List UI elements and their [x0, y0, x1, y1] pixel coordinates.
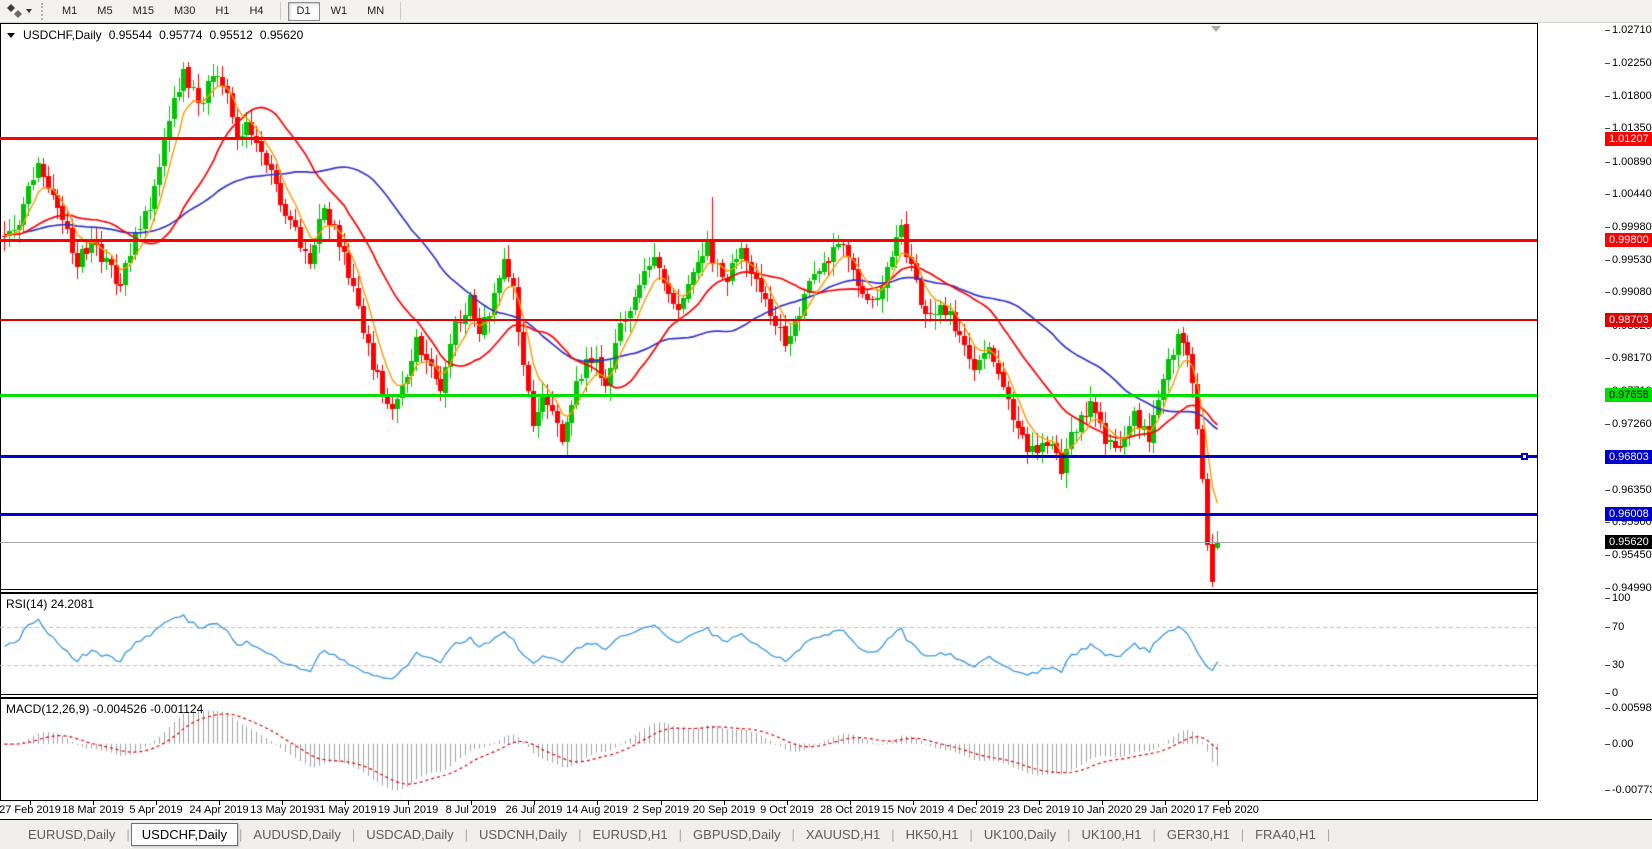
price-tick-label: 1.00890 [1612, 155, 1652, 169]
chart-tab-eurusd-h1[interactable]: EURUSD,H1 [583, 824, 678, 845]
chart-title: USDCHF,Daily 0.95544 0.95774 0.95512 0.9… [7, 28, 303, 42]
hline-resistance-099800[interactable] [0, 239, 1537, 242]
mt4-app: M1M5M15M30H1H4 D1W1MN USDCHF,Daily 0.9554… [0, 0, 1652, 849]
rsi-value: 24.2081 [51, 597, 94, 611]
price-axis[interactable]: 1.027101.022501.018001.013501.008901.004… [1537, 23, 1652, 801]
chart-tab-xauusd-h1[interactable]: XAUUSD,H1 [796, 824, 890, 845]
last-bar-marker-icon [1211, 26, 1221, 32]
rsi-tick-label: 100 [1612, 591, 1630, 605]
hline-support-096803[interactable] [0, 455, 1537, 458]
macd-signal-value: -0.001124 [150, 702, 203, 716]
chart-tab-eurusd-daily[interactable]: EURUSD,Daily [18, 824, 125, 845]
toolbar-separator [280, 2, 281, 20]
macd-pane-canvas[interactable] [0, 699, 1537, 800]
hline-drag-handle[interactable] [1521, 453, 1528, 460]
toolbar-grip [41, 3, 46, 20]
timeframe-button-m15[interactable]: M15 [124, 2, 163, 21]
level-price-badge: 0.96008 [1605, 507, 1652, 521]
timeframe-button-m5[interactable]: M5 [88, 2, 121, 21]
date-label: 17 Feb 2020 [1183, 804, 1273, 816]
level-price-badge: 0.97658 [1605, 388, 1652, 402]
chart-tab-ger30-h1[interactable]: GER30,H1 [1157, 824, 1240, 845]
timeframe-button-h1[interactable]: H1 [206, 2, 238, 21]
macd-indicator-label: MACD(12,26,9) -0.004526 -0.001124 [6, 702, 203, 716]
price-tick-label: 1.02710 [1612, 23, 1652, 37]
chart-tab-usdcad-daily[interactable]: USDCAD,Daily [356, 824, 463, 845]
pane-separator[interactable] [0, 589, 1537, 590]
timeframe-button-d1[interactable]: D1 [288, 2, 320, 21]
tab-divider: | [1326, 827, 1331, 842]
hline-support-096008[interactable] [0, 513, 1537, 516]
chart-tab-usdchf-daily[interactable]: USDCHF,Daily [131, 823, 238, 846]
current-price-badge: 0.95620 [1605, 535, 1652, 549]
price-tick-label: 0.95450 [1612, 548, 1652, 562]
chart-menu-arrow-icon [7, 33, 15, 38]
ohlc-open: 0.95544 [109, 28, 152, 42]
chevron-down-icon [26, 9, 32, 13]
chart-tab-fra40-h1[interactable]: FRA40,H1 [1245, 824, 1326, 845]
price-tick-label: 0.99530 [1612, 253, 1652, 267]
timeframe-button-w1[interactable]: W1 [322, 2, 357, 21]
chart-tabs-bar: EURUSD,Daily|USDCHF,Daily|AUDUSD,Daily|U… [0, 820, 1652, 849]
price-tick-label: 1.00440 [1612, 187, 1652, 201]
ohlc-close: 0.95620 [260, 28, 303, 42]
price-tick-label: 0.98170 [1612, 351, 1652, 365]
timeframe-button-m1[interactable]: M1 [53, 2, 86, 21]
charts-arrange-icon [7, 4, 22, 18]
macd-tick-label: -0.007737 [1612, 783, 1652, 797]
time-axis[interactable]: 27 Feb 201918 Mar 20195 Apr 201924 Apr 2… [0, 801, 1537, 819]
charts-arrange-button[interactable] [3, 2, 36, 20]
chart-tab-gbpusd-daily[interactable]: GBPUSD,Daily [683, 824, 790, 845]
timeframe-buttons: M1M5M15M30H1H4 D1W1MN [52, 2, 407, 21]
price-tick-label: 0.99080 [1612, 285, 1652, 299]
rsi-indicator-label: RSI(14) 24.2081 [6, 597, 94, 611]
hline-current-price-095620 [0, 542, 1537, 543]
symbol-period-label: USDCHF,Daily [23, 28, 102, 42]
price-tick-label: 1.02250 [1612, 56, 1652, 70]
price-tick-label: 0.96350 [1612, 483, 1652, 497]
price-tick-label: 1.01800 [1612, 89, 1652, 103]
ohlc-high: 0.95774 [159, 28, 202, 42]
price-tick-label: 0.97260 [1612, 417, 1652, 431]
rsi-pane-canvas[interactable] [0, 594, 1537, 694]
toolbar-separator [400, 2, 401, 20]
rsi-tick-label: 30 [1612, 658, 1624, 672]
macd-main-value: -0.004526 [93, 702, 147, 716]
timeframe-button-h4[interactable]: H4 [240, 2, 272, 21]
pane-separator[interactable] [0, 694, 1537, 695]
chart-tab-uk100-h1[interactable]: UK100,H1 [1071, 824, 1151, 845]
timeframe-toolbar: M1M5M15M30H1H4 D1W1MN [0, 0, 1652, 23]
hline-support-097658[interactable] [0, 394, 1537, 397]
rsi-tick-label: 0 [1612, 686, 1618, 700]
hline-resistance-098703[interactable] [0, 319, 1537, 321]
chart-tab-usdcnh-daily[interactable]: USDCNH,Daily [469, 824, 577, 845]
price-chart-canvas[interactable] [0, 24, 1537, 589]
level-price-badge: 0.99800 [1605, 233, 1652, 247]
ohlc-low: 0.95512 [209, 28, 252, 42]
timeframe-button-m30[interactable]: M30 [165, 2, 204, 21]
macd-tick-label: 0.00 [1612, 737, 1633, 751]
chart-tab-audusd-daily[interactable]: AUDUSD,Daily [243, 824, 350, 845]
macd-tick-label: 0.005986 [1612, 701, 1652, 715]
timeframe-button-mn[interactable]: MN [358, 2, 393, 21]
chart-tab-hk50-h1[interactable]: HK50,H1 [896, 824, 969, 845]
price-tick-label: 0.99980 [1612, 220, 1652, 234]
level-price-badge: 0.96803 [1605, 450, 1652, 464]
level-price-badge: 1.01207 [1605, 132, 1652, 146]
rsi-tick-label: 70 [1612, 620, 1624, 634]
hline-resistance-101207[interactable] [0, 137, 1537, 140]
level-price-badge: 0.98703 [1605, 313, 1652, 327]
chart-window: USDCHF,Daily 0.95544 0.95774 0.95512 0.9… [0, 23, 1652, 820]
chart-tab-uk100-daily[interactable]: UK100,Daily [974, 824, 1066, 845]
